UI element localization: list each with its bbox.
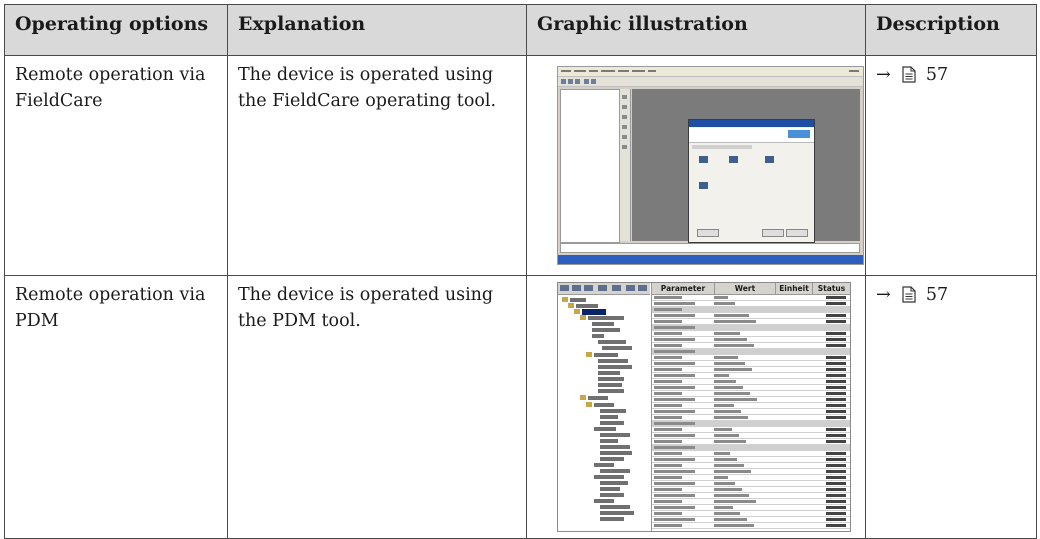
header-explanation: Explanation (227, 4, 527, 56)
fieldcare-toolbar (558, 77, 863, 87)
header-description: Description (865, 4, 1037, 56)
header-graphic-illustration: Graphic illustration (526, 4, 866, 56)
fieldcare-dialog (688, 119, 815, 243)
pdm-grid-row (652, 523, 850, 529)
header-operating-options: Operating options (4, 4, 228, 56)
device-icon (765, 156, 774, 163)
fieldcare-network-pane (560, 89, 620, 243)
cell-description: → 57 (865, 275, 1037, 539)
page-ref-icon (902, 65, 916, 91)
pdm-column-einheit: Einheit (776, 283, 813, 294)
reference-arrow: → (876, 65, 891, 85)
reference-arrow: → (876, 285, 891, 305)
table-row: Remote operation via FieldCare The devic… (4, 55, 1037, 276)
pdm-tree (558, 295, 650, 531)
fieldcare-taskbar (558, 255, 863, 264)
pdm-column-wert: Wert (715, 283, 776, 294)
cell-operating-option: Remote operation via PDM (4, 275, 228, 539)
pdm-screenshot: Parameter Wert Einheit Status (557, 282, 851, 532)
cell-description: → 57 (865, 55, 1037, 276)
cell-graphic (526, 55, 866, 276)
pdm-grid-header: Parameter Wert Einheit Status (652, 283, 850, 295)
page-number[interactable]: 57 (926, 65, 948, 85)
dialog-button (762, 229, 784, 237)
cell-graphic: Parameter Wert Einheit Status (526, 275, 866, 539)
cell-explanation: The device is operated using the PDM too… (227, 275, 527, 539)
table-row: Remote operation via PDM The device is o… (4, 275, 1037, 539)
dialog-button (786, 229, 808, 237)
device-icon (729, 156, 738, 163)
dialog-tabs (692, 145, 752, 149)
pdm-parameter-grid: Parameter Wert Einheit Status (651, 283, 850, 531)
fieldcare-side-toolbar (620, 89, 631, 241)
dialog-button (697, 229, 719, 237)
brand-logo-icon (788, 130, 810, 138)
pdm-column-parameter: Parameter (652, 283, 715, 294)
fieldcare-message-pane (560, 243, 860, 253)
fieldcare-screenshot (557, 66, 864, 265)
page-number[interactable]: 57 (926, 285, 948, 305)
pdm-toolbar (558, 283, 650, 295)
cell-explanation: The device is operated using the FieldCa… (227, 55, 527, 276)
fieldcare-menubar (558, 67, 863, 77)
pdm-column-status: Status (817, 284, 846, 293)
device-icon (699, 156, 708, 163)
page-ref-icon (902, 285, 916, 311)
cell-operating-option: Remote operation via FieldCare (4, 55, 228, 276)
operating-options-table: Operating options Explanation Graphic il… (4, 4, 1037, 539)
table-header-row: Operating options Explanation Graphic il… (4, 4, 1037, 56)
dialog-titlebar (689, 120, 814, 127)
device-icon (699, 182, 708, 189)
